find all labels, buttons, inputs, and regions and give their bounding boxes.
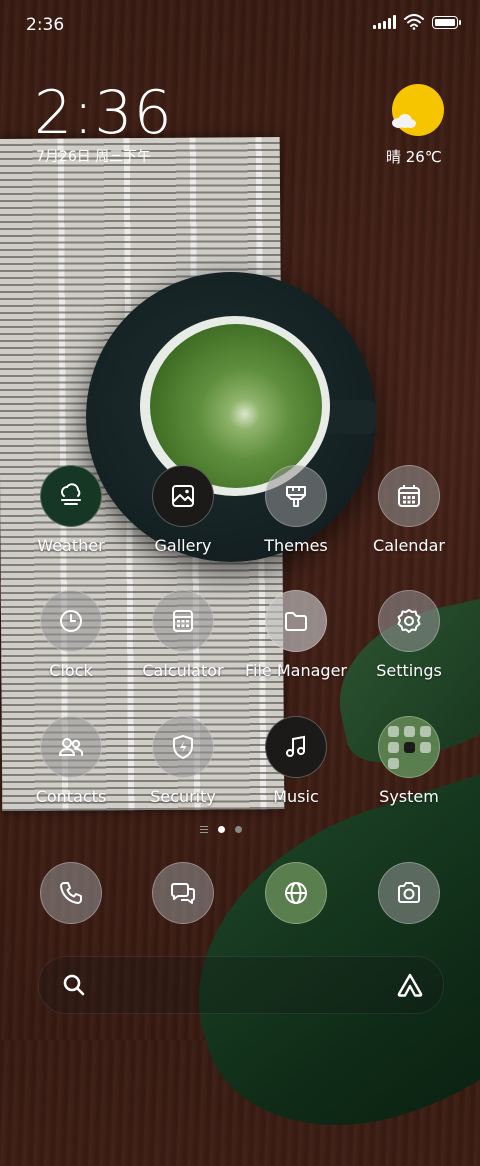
dock-camera[interactable]	[354, 862, 464, 924]
app-clock[interactable]: Clock	[16, 590, 126, 700]
page-dot-active	[218, 826, 225, 833]
app-security[interactable]: Security	[128, 716, 238, 826]
app-label: Calculator	[142, 661, 224, 680]
app-label: Security	[150, 787, 216, 806]
signal-icon	[373, 15, 396, 29]
calculator-icon	[152, 590, 214, 652]
themes-icon	[265, 465, 327, 527]
status-icons	[373, 14, 461, 30]
assistant-icon[interactable]	[395, 971, 425, 999]
contacts-icon	[40, 716, 102, 778]
clock-icon	[40, 590, 102, 652]
clock-widget-time[interactable]: 2:36	[34, 78, 173, 148]
app-label: Clock	[49, 661, 93, 680]
battery-icon	[432, 15, 461, 29]
app-label: Gallery	[154, 536, 212, 555]
app-gallery[interactable]: Gallery	[128, 465, 238, 575]
app-label: Settings	[376, 661, 442, 680]
dock-messages[interactable]	[128, 862, 238, 924]
weather-icon	[40, 465, 102, 527]
status-bar: 2:36	[0, 0, 480, 50]
page-dot	[235, 826, 242, 833]
app-contacts[interactable]: Contacts	[16, 716, 126, 826]
app-calendar[interactable]: Calendar	[354, 465, 464, 575]
gallery-icon	[152, 465, 214, 527]
clock-widget-date: 7月26日 周三下午	[36, 149, 152, 165]
sun-icon[interactable]	[392, 84, 444, 136]
camera-icon	[378, 862, 440, 924]
gear-icon	[378, 590, 440, 652]
app-music[interactable]: Music	[241, 716, 351, 826]
search-icon[interactable]	[61, 972, 87, 998]
weather-widget-text: 晴 26℃	[386, 148, 442, 166]
calendar-icon	[378, 465, 440, 527]
wallpaper-matcha	[150, 324, 322, 488]
globe-icon	[265, 862, 327, 924]
search-bar[interactable]	[38, 956, 444, 1014]
app-system-folder[interactable]: System	[354, 716, 464, 826]
app-weather[interactable]: Weather	[16, 465, 126, 575]
app-label: System	[379, 787, 439, 806]
music-icon	[265, 716, 327, 778]
dock-browser[interactable]	[241, 862, 351, 924]
cloud-icon	[392, 114, 416, 128]
app-settings[interactable]: Settings	[354, 590, 464, 700]
app-drawer-lines-icon	[200, 826, 208, 833]
app-calculator[interactable]: Calculator	[128, 590, 238, 700]
wifi-icon	[404, 14, 424, 30]
app-label: Contacts	[35, 787, 107, 806]
app-label: File Manager	[245, 661, 347, 680]
app-label: Themes	[264, 536, 328, 555]
app-file-manager[interactable]: File Manager	[241, 590, 351, 700]
folder-grid-icon	[378, 716, 440, 778]
app-label: Music	[273, 787, 319, 806]
folder-icon	[265, 590, 327, 652]
app-themes[interactable]: Themes	[241, 465, 351, 575]
status-time: 2:36	[26, 15, 65, 35]
phone-icon	[40, 862, 102, 924]
messages-icon	[152, 862, 214, 924]
shield-icon	[152, 716, 214, 778]
page-indicator[interactable]	[200, 826, 242, 833]
dock-phone[interactable]	[16, 862, 126, 924]
app-label: Weather	[37, 536, 105, 555]
app-label: Calendar	[373, 536, 445, 555]
